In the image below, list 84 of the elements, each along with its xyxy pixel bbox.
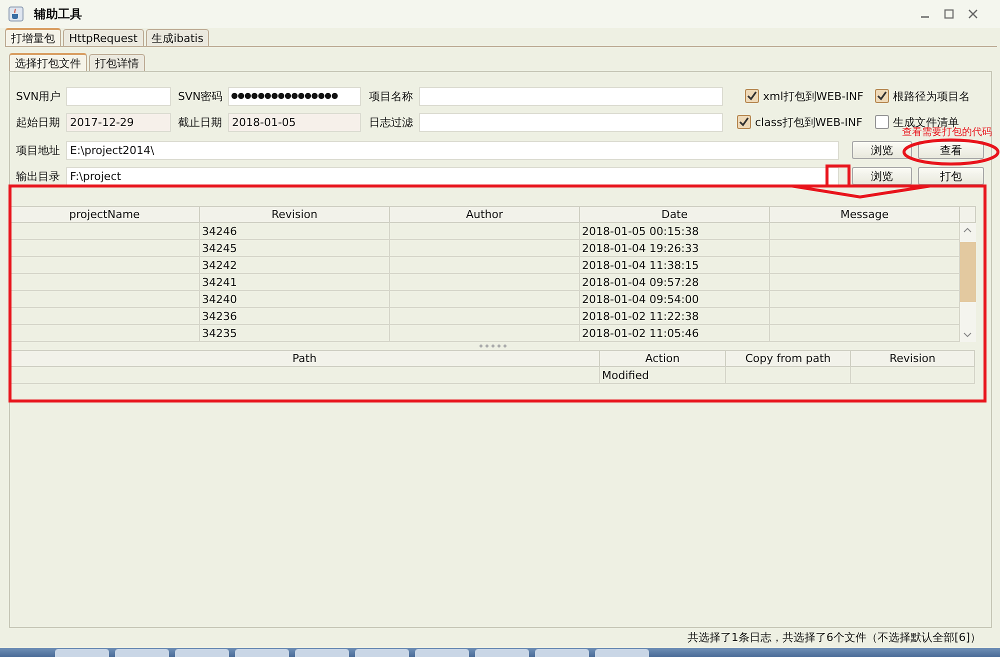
table-row[interactable]: 34240 2018-01-04 09:54:00 — [10, 291, 960, 308]
table-row[interactable]: 34245 2018-01-04 19:26:33 — [10, 240, 960, 257]
action-button[interactable]: 打包 — [918, 167, 984, 185]
tab[interactable]: 打增量包 — [5, 28, 61, 46]
column-header[interactable]: Action — [600, 350, 726, 367]
table-cell: 34245 — [200, 240, 390, 257]
column-header[interactable]: projectName — [10, 206, 200, 223]
table-cell: 2018-01-02 11:22:38 — [580, 308, 770, 325]
taskbar-button[interactable] — [595, 649, 649, 657]
taskbar-button[interactable] — [355, 649, 409, 657]
checkbox[interactable]: 根路径为项目名 — [875, 88, 970, 104]
table-row[interactable]: 34235 2018-01-02 11:05:46 — [10, 325, 960, 342]
browse-button[interactable]: 浏览 — [852, 167, 912, 185]
close-icon[interactable] — [968, 9, 978, 19]
table-cell: 2018-01-02 11:05:46 — [580, 325, 770, 342]
checkbox-box[interactable] — [737, 115, 751, 129]
column-header[interactable]: Revision — [851, 350, 975, 367]
splitter-handle-icon[interactable] — [479, 344, 507, 348]
table-cell: 2018-01-05 00:15:38 — [580, 223, 770, 240]
field-label: 项目地址 — [16, 142, 61, 158]
checkbox[interactable]: class打包到WEB-INF — [737, 114, 875, 130]
input-field[interactable] — [419, 112, 723, 132]
tab[interactable]: 选择打包文件 — [9, 53, 87, 71]
tab[interactable]: 打包详情 — [89, 54, 145, 71]
field-label: 输出目录 — [16, 168, 61, 184]
table-cell: 34242 — [200, 257, 390, 274]
checkbox-box[interactable] — [875, 115, 889, 129]
taskbar-button[interactable] — [115, 649, 169, 657]
input-field[interactable] — [66, 86, 171, 106]
field-label: 日志过滤 — [369, 114, 414, 130]
table-cell: 34246 — [200, 223, 390, 240]
field-label: 起始日期 — [16, 114, 61, 130]
table-cell: 34236 — [200, 308, 390, 325]
tab[interactable]: HttpRequest — [63, 29, 144, 46]
column-header[interactable]: Path — [10, 350, 600, 367]
browse-button[interactable]: 浏览 — [852, 141, 912, 159]
taskbar-button[interactable] — [415, 649, 469, 657]
taskbar-button[interactable] — [55, 649, 109, 657]
coffee-cup-icon — [8, 6, 24, 22]
taskbar-button[interactable] — [175, 649, 229, 657]
table-cell: 34235 — [200, 325, 390, 342]
table-row[interactable]: 34246 2018-01-05 00:15:38 — [10, 223, 960, 240]
taskbar-button[interactable] — [235, 649, 289, 657]
tab[interactable]: 生成ibatis — [146, 29, 210, 46]
scrollbar[interactable] — [960, 223, 976, 342]
checkbox-box[interactable] — [745, 89, 759, 103]
table-row[interactable]: Modified — [10, 367, 976, 384]
window-title: 辅助工具 — [34, 6, 82, 22]
input-field[interactable]: F:\project — [66, 166, 839, 186]
input-field[interactable]: 2018-01-05 — [228, 112, 361, 132]
action-button[interactable]: 查看 — [918, 141, 984, 159]
table-cell: 2018-01-04 09:57:28 — [580, 274, 770, 291]
table-cell: Modified — [600, 367, 726, 384]
table-cell: 2018-01-04 19:26:33 — [580, 240, 770, 257]
checkbox-box[interactable] — [875, 89, 889, 103]
table-cell: 34240 — [200, 291, 390, 308]
scroll-thumb[interactable] — [960, 242, 976, 302]
field-label: 项目名称 — [369, 88, 414, 104]
input-field[interactable]: ●●●●●●●●●●●●●●●● — [228, 86, 361, 106]
table-cell: 34241 — [200, 274, 390, 291]
column-header[interactable]: Date — [580, 206, 770, 223]
field-label: SVN密码 — [178, 88, 224, 104]
column-header[interactable]: Author — [390, 206, 580, 223]
table-row[interactable]: 34242 2018-01-04 11:38:15 — [10, 257, 960, 274]
column-header[interactable]: Copy from path — [726, 350, 851, 367]
taskbar-button[interactable] — [535, 649, 589, 657]
taskbar-button[interactable] — [295, 649, 349, 657]
maximize-icon[interactable] — [944, 9, 954, 19]
field-label: 截止日期 — [178, 114, 223, 130]
field-label: SVN用户 — [16, 88, 62, 104]
checkbox[interactable]: xml打包到WEB-INF — [745, 88, 875, 104]
input-field[interactable] — [419, 86, 723, 106]
annotation-text: 查看需要打包的代码 — [902, 127, 992, 139]
column-header[interactable]: Message — [770, 206, 960, 223]
taskbar-button[interactable] — [475, 649, 529, 657]
status-text: 共选择了1条日志，共选择了6个文件（不选择默认全部[6]） — [686, 630, 982, 646]
table-cell: 2018-01-04 09:54:00 — [580, 291, 770, 308]
input-field[interactable]: 2017-12-29 — [66, 112, 171, 132]
input-field[interactable]: E:\project2014\ — [66, 140, 839, 160]
column-header[interactable]: Revision — [200, 206, 390, 223]
header-corner — [960, 206, 976, 223]
table-cell: 2018-01-04 11:38:15 — [580, 257, 770, 274]
table-row[interactable]: 34241 2018-01-04 09:57:28 — [10, 274, 960, 291]
table-row[interactable]: 34236 2018-01-02 11:22:38 — [10, 308, 960, 325]
